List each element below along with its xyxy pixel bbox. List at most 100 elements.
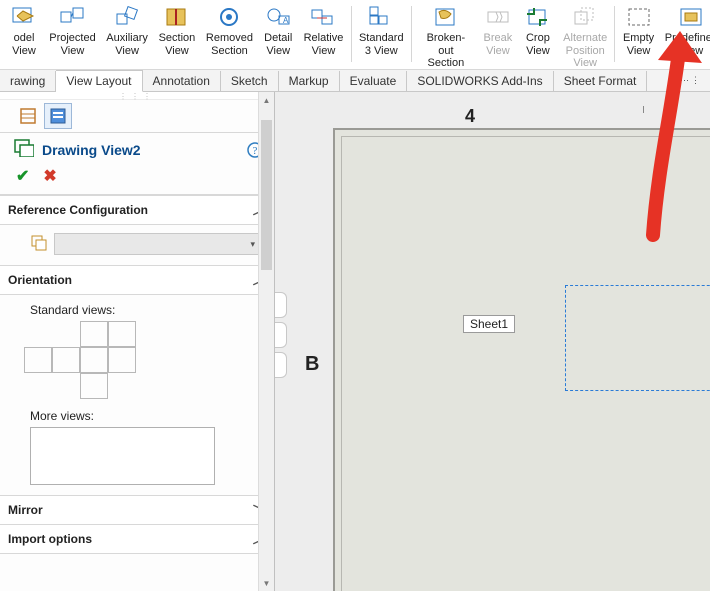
tab-sheet-format[interactable]: Sheet Format [554, 71, 648, 91]
empty-view-placeholder[interactable] [565, 285, 710, 391]
scroll-down-icon[interactable]: ▼ [259, 575, 274, 591]
section-view-button[interactable]: SectionView [153, 2, 201, 70]
feature-manager-tab-icon[interactable] [14, 103, 42, 129]
crop-view-button[interactable]: CropView [518, 2, 558, 70]
command-manager-tabs: rawingView LayoutAnnotationSketchMarkupE… [0, 70, 710, 92]
scroll-up-icon[interactable]: ▲ [259, 92, 274, 108]
auxiliary-view-icon [113, 4, 141, 30]
tab-sketch[interactable]: Sketch [221, 71, 279, 91]
ribbon-label: View [165, 45, 189, 58]
more-views-label: More views: [30, 409, 260, 423]
ribbon-label: Position [566, 45, 605, 58]
panel-drag-handle[interactable]: ⋮⋮⋮ [0, 92, 274, 100]
view-bottom-icon[interactable] [80, 373, 108, 399]
property-manager-panel: ⋮⋮⋮ Drawing View2 ? ✔ ✖ Referenc [0, 92, 275, 591]
svg-text:A: A [283, 16, 289, 25]
ribbon-label: Broken-out [420, 32, 472, 57]
removed-section-button[interactable]: RemovedSection [201, 2, 259, 70]
ribbon-label: Section [211, 45, 248, 58]
ribbon-label: View [115, 45, 139, 58]
detail-view-button[interactable]: ADetailView [258, 2, 298, 70]
empty-view-icon [625, 4, 653, 30]
predefined-view-button[interactable]: PredefinedView [660, 2, 710, 70]
cancel-button[interactable]: ✖ [43, 166, 56, 186]
ribbon-label: Section [159, 32, 196, 45]
ribbon-label: View [680, 45, 704, 58]
standard-3-view-button[interactable]: Standard3 View [354, 2, 409, 70]
view-front-icon[interactable] [52, 347, 80, 373]
section-label: Reference Configuration [8, 203, 148, 217]
reference-configuration-dropdown[interactable]: ▾ [54, 233, 260, 255]
ribbon-label: View [486, 45, 510, 58]
standard-views-label: Standard views: [30, 303, 260, 317]
drawing-canvas[interactable]: 4 B Sheet1 [275, 92, 710, 591]
standard-views-grid [24, 321, 260, 399]
ribbon-label: View [61, 45, 85, 58]
view-top-icon[interactable] [80, 321, 108, 347]
view-back-icon[interactable] [108, 347, 136, 373]
property-manager-tab-icon[interactable] [44, 103, 72, 129]
ribbon-label: Standard [359, 32, 404, 45]
property-manager-header: Drawing View2 ? [0, 133, 274, 164]
section-orientation[interactable]: Orientation ︿ [0, 265, 274, 295]
ribbon-label: Predefined [665, 32, 710, 45]
ruler-left: B [305, 128, 329, 591]
tab-addins[interactable]: SOLIDWORKS Add-Ins [407, 71, 553, 91]
auxiliary-view-button[interactable]: AuxiliaryView [101, 2, 153, 70]
ribbon-label: View [266, 45, 290, 58]
ribbon-label: View [627, 45, 651, 58]
section-import-options[interactable]: Import options ︿ [0, 524, 274, 554]
tab-drawing[interactable]: rawing [0, 71, 56, 91]
chevron-down-icon: ▾ [250, 239, 255, 250]
more-views-list[interactable] [30, 427, 215, 485]
ribbon-label: Section [428, 57, 465, 70]
drawing-view-icon [14, 139, 34, 160]
ribbon-label: Removed [206, 32, 253, 45]
alternate-position-view-button: AlternatePositionView [558, 2, 613, 70]
crop-view-icon [524, 4, 552, 30]
ok-button[interactable]: ✔ [16, 166, 29, 186]
panel-tabs [0, 100, 274, 133]
ribbon-separator [411, 6, 412, 62]
command-manager-overflow[interactable]: ◂ ⋯⋮ [663, 75, 710, 86]
broken-out-section-button[interactable]: Broken-outSection [414, 2, 478, 70]
flyout-tab[interactable] [275, 292, 287, 318]
ribbon-label: View [573, 57, 597, 70]
break-view-button: BreakView [478, 2, 518, 70]
ribbon-label: Alternate [563, 32, 607, 45]
empty-view-button[interactable]: EmptyView [617, 2, 659, 70]
tab-evaluate[interactable]: Evaluate [340, 71, 408, 91]
ribbon: odelViewProjectedViewAuxiliaryViewSectio… [0, 0, 710, 70]
flyout-tab[interactable] [275, 322, 287, 348]
tab-markup[interactable]: Markup [279, 71, 340, 91]
ribbon-label: Empty [623, 32, 654, 45]
relative-view-button[interactable]: RelativeView [298, 2, 348, 70]
relative-view-icon [309, 4, 337, 30]
predefined-view-icon [677, 4, 705, 30]
scroll-thumb[interactable] [261, 120, 272, 270]
flyout-tabs [275, 292, 289, 382]
model-view-button[interactable]: odelView [4, 2, 44, 70]
drawing-sheet[interactable]: Sheet1 [333, 128, 710, 591]
tab-annotation[interactable]: Annotation [143, 71, 221, 91]
view-left-icon[interactable] [24, 347, 52, 373]
projected-view-button[interactable]: ProjectedView [44, 2, 101, 70]
flyout-tab[interactable] [275, 352, 287, 378]
break-view-icon [484, 4, 512, 30]
ribbon-label: Relative [304, 32, 344, 45]
ribbon-label: View [12, 45, 36, 58]
tab-view-layout[interactable]: View Layout [56, 70, 142, 92]
detail-view-icon: A [264, 4, 292, 30]
section-label: Import options [8, 532, 92, 546]
property-manager-title: Drawing View2 [42, 142, 238, 158]
standard-3-view-icon [367, 4, 395, 30]
model-view-icon [10, 4, 38, 30]
view-iso-icon[interactable] [108, 321, 136, 347]
section-reference-configuration[interactable]: Reference Configuration ︿ [0, 195, 274, 225]
ribbon-group: odelViewProjectedViewAuxiliaryViewSectio… [4, 2, 710, 70]
section-mirror[interactable]: Mirror ︿ [0, 495, 274, 524]
view-right-icon[interactable] [80, 347, 108, 373]
panel-scrollbar[interactable]: ▲ ▼ [258, 92, 274, 591]
ribbon-label: Crop [526, 32, 550, 45]
svg-text:?: ? [253, 145, 258, 157]
